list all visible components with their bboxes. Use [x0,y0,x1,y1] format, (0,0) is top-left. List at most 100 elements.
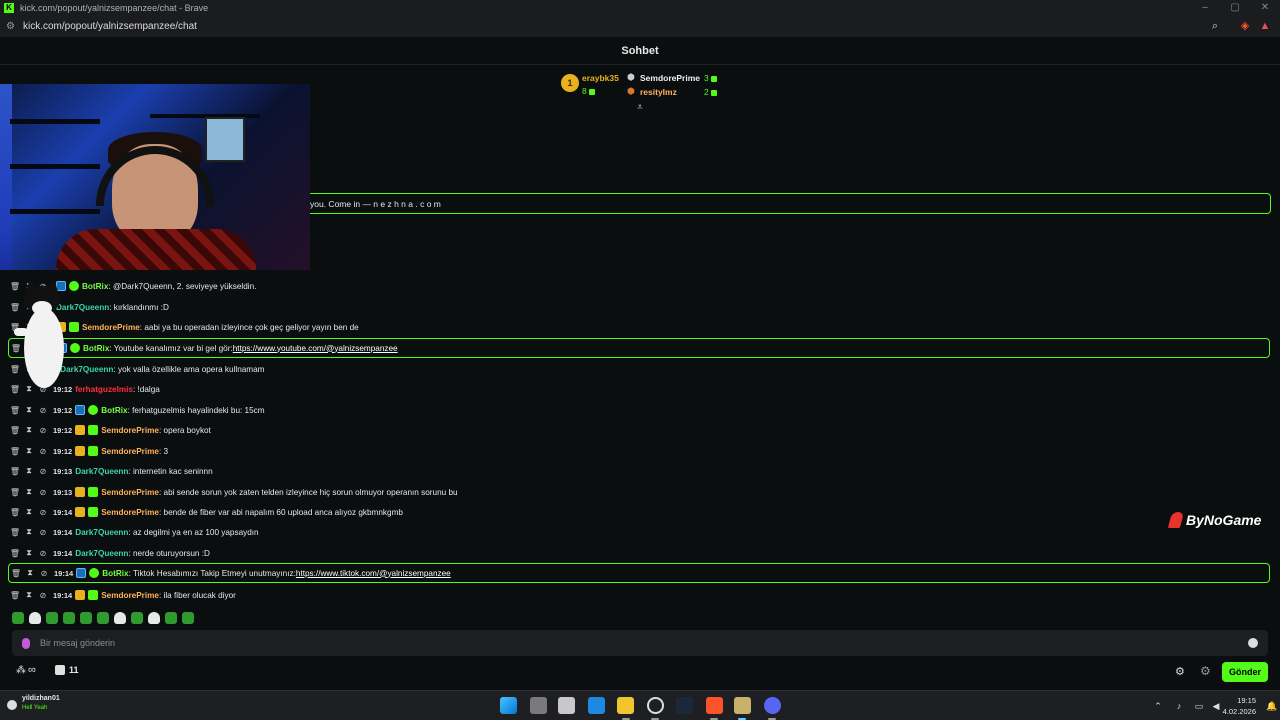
hourglass-icon[interactable]: ⧗ [22,405,36,415]
trash-icon[interactable]: 🗑 [8,426,22,435]
share-icon[interactable]: ⁂ [16,665,26,676]
settings-gear-icon[interactable]: ⚙ [1175,665,1185,678]
user-avatar-icon[interactable] [7,700,17,710]
emote-icon[interactable] [80,612,92,624]
message-username[interactable]: Dark7Queenn [75,467,128,476]
message-username[interactable]: SemdorePrime [101,426,159,435]
emote-icon[interactable] [131,612,143,624]
message-username[interactable]: BotRix [82,282,108,291]
hourglass-icon[interactable]: ⧗ [22,527,36,537]
microphone-icon[interactable] [22,637,30,649]
hourglass-icon[interactable]: ⧗ [22,548,36,558]
trash-icon[interactable]: 🗑 [8,508,22,517]
ban-icon[interactable]: ⊘ [36,467,50,476]
trash-icon[interactable]: 🗑 [8,447,22,456]
site-settings-icon[interactable]: ⚙ [6,21,15,32]
hourglass-icon[interactable]: ⧗ [22,507,36,517]
url-text[interactable]: kick.com/popout/yalnizsempanzee/chat [23,21,197,32]
message-username[interactable]: BotRix [83,344,109,353]
ban-icon[interactable]: ⊘ [37,569,51,578]
trash-icon[interactable]: 🗑 [8,549,22,558]
chrome-icon[interactable] [647,697,664,714]
trash-icon[interactable]: 🗑 [8,528,22,537]
message-timestamp: 19:13 [53,487,73,497]
message-username[interactable]: BotRix [102,569,128,578]
hourglass-icon[interactable]: ⧗ [22,446,36,456]
message-username[interactable]: SemdorePrime [82,323,140,332]
youtube-link[interactable]: https://www.youtube.com/@yalnizsempanzee [233,344,398,353]
tiktok-link[interactable]: https://www.tiktok.com/@yalnizsempanzee [296,569,451,578]
message-username[interactable]: SemdorePrime [101,447,159,456]
snipping-tool-icon[interactable] [558,697,575,714]
calendar-icon[interactable] [55,665,65,675]
ban-icon[interactable]: ⊘ [36,426,50,435]
ban-icon[interactable]: ⊘ [36,406,50,415]
photos-icon[interactable] [588,697,605,714]
message-username[interactable]: SemdorePrime [101,508,159,517]
emote-icon[interactable] [165,612,177,624]
hourglass-icon[interactable]: ⧗ [22,590,36,600]
emote-icon[interactable] [12,612,24,624]
hourglass-icon[interactable]: ⧗ [22,466,36,476]
network-icon[interactable]: ▭ [1193,700,1205,712]
message-text: : nerde oturuyorsun :D [128,548,210,558]
minimize-icon[interactable]: – [1190,0,1220,16]
chat-input[interactable]: Bir mesaj gönderin [12,630,1268,656]
discord-icon[interactable] [764,697,781,714]
ban-icon[interactable]: ⊘ [36,549,50,558]
trash-icon[interactable]: 🗑 [8,406,22,415]
brave-icon[interactable] [706,697,723,714]
emote-icon[interactable] [148,612,160,624]
send-button[interactable]: Gönder [1222,662,1268,682]
ban-icon[interactable]: ⊘ [36,488,50,497]
message-timestamp: 19:14 [53,590,73,600]
leaderboard-third-name[interactable]: resityImz [640,87,677,97]
emote-icon[interactable] [46,612,58,624]
message-username[interactable]: ferhatguzelmis [75,385,133,394]
chevron-up-icon[interactable]: ⌃ [1152,700,1164,712]
emote-icon[interactable] [114,612,126,624]
leaderboard-second-name[interactable]: SemdorePrime [640,73,700,83]
chevron-down-icon[interactable]: ⩡ [633,103,647,113]
windows-start-icon[interactable] [500,697,517,714]
emote-icon[interactable] [29,612,41,624]
trash-icon[interactable]: 🗑 [8,467,22,476]
brave-rewards-icon[interactable]: ▲ [1258,19,1272,33]
close-icon[interactable]: ✕ [1250,0,1280,16]
emoji-icon[interactable] [1248,638,1258,648]
hourglass-icon[interactable]: ⧗ [22,487,36,497]
emote-icon[interactable] [182,612,194,624]
ban-icon[interactable]: ⊘ [36,508,50,517]
zoom-icon[interactable]: ⌕ [1208,19,1222,33]
subscriber-badge-icon [88,425,99,435]
leaderboard-first-name[interactable]: eraybk35 [582,73,619,83]
trash-icon[interactable]: 🗑 [8,591,22,600]
chat-input-placeholder[interactable]: Bir mesaj gönderin [40,638,115,648]
emote-icon[interactable] [97,612,109,624]
trash-icon[interactable]: 🗑 [8,488,22,497]
emote-icon[interactable] [63,612,75,624]
message-username[interactable]: BotRix [101,406,127,415]
steam-icon[interactable] [676,697,693,714]
ban-icon[interactable]: ⊘ [36,591,50,600]
gift-icon[interactable]: ⚙ [1200,664,1211,678]
message-username[interactable]: SemdorePrime [101,488,159,497]
message-username[interactable]: Dark7Queenn [75,528,128,537]
media-player-icon[interactable] [734,697,751,714]
maximize-icon[interactable]: ▢ [1220,0,1250,16]
hourglass-icon[interactable]: ⧗ [22,425,36,435]
clock[interactable]: 19:15 4.02.2026 [1223,695,1256,717]
task-view-icon[interactable] [530,697,547,714]
address-bar[interactable]: ⚙ kick.com/popout/yalnizsempanzee/chat [0,16,1280,37]
ban-icon[interactable]: ⊘ [36,447,50,456]
hourglass-icon[interactable]: ⧗ [23,568,37,578]
message-username[interactable]: Dark7Queenn [75,549,128,558]
notification-bell-icon[interactable]: 🔔 [1266,700,1278,712]
trash-icon[interactable]: 🗑 [9,569,23,578]
volume-icon[interactable]: ◀ [1210,700,1222,712]
brave-shield-icon[interactable]: ◈ [1238,19,1252,33]
message-username[interactable]: SemdorePrime [101,591,159,600]
ban-icon[interactable]: ⊘ [36,528,50,537]
microphone-tray-icon[interactable]: ♪ [1173,700,1185,712]
file-explorer-icon[interactable] [617,697,634,714]
